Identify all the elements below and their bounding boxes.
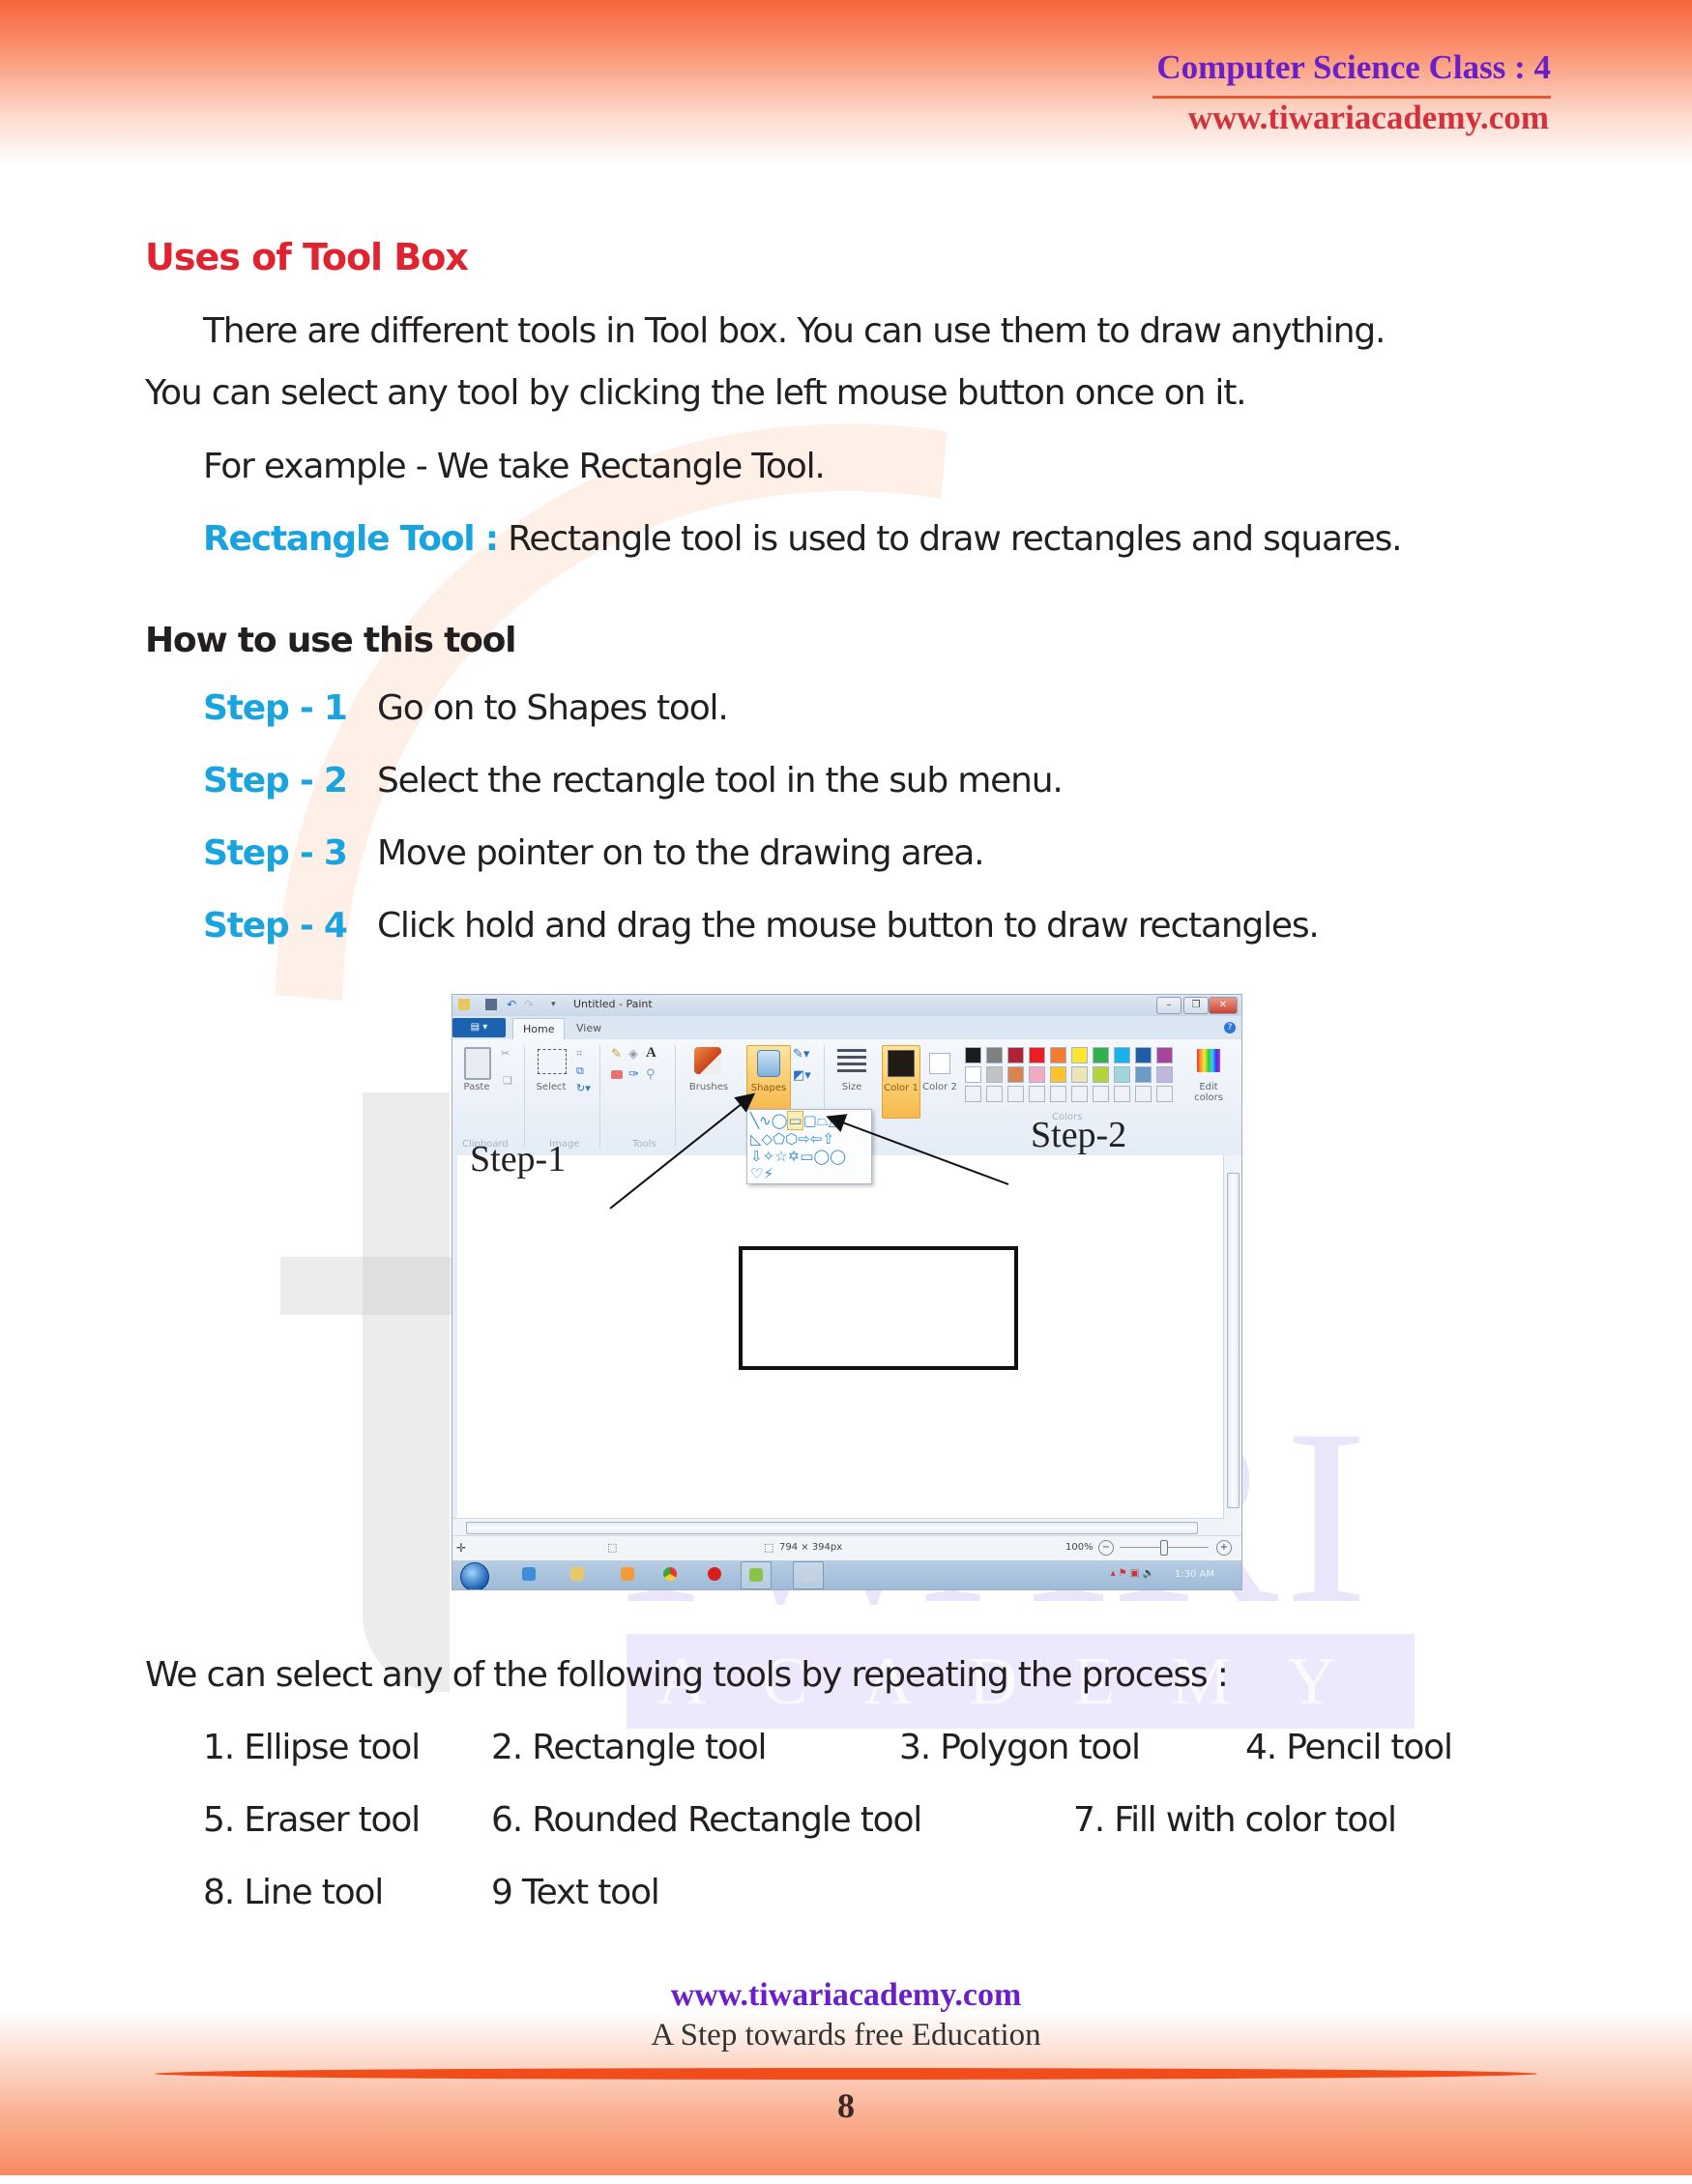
definition-text: Rectangle tool is used to draw rectangle…	[508, 519, 1402, 559]
tools-intro: We can select any of the following tools…	[145, 1655, 1229, 1695]
page-number: 8	[837, 2086, 855, 2125]
step-2-arrow	[826, 1114, 1009, 1185]
intro-line-1: There are different tools in Tool box. Y…	[203, 311, 1386, 351]
step-3-text: Move pointer on to the drawing area.	[377, 833, 985, 873]
step-2-annotation: Step-2	[1031, 1115, 1127, 1155]
step-2-label: Step - 2	[203, 761, 348, 801]
definition-label: Rectangle Tool :	[203, 519, 499, 559]
tool-item: 8. Line tool	[203, 1873, 384, 1912]
step-2-text: Select the rectangle tool in the sub men…	[377, 761, 1064, 801]
step-1-arrow	[609, 1092, 756, 1209]
tool-item: 1. Ellipse tool	[203, 1728, 421, 1767]
step-1-label: Step - 1	[203, 688, 348, 728]
footer-divider	[155, 2068, 1537, 2080]
annotation-arrows	[609, 1092, 1009, 1209]
tool-item: 5. Eraser tool	[203, 1800, 421, 1840]
footer-url[interactable]: www.tiwariacademy.com	[0, 1977, 1692, 2014]
tool-item: 4. Pencil tool	[1245, 1728, 1453, 1767]
footer-tagline: A Step towards free Education	[651, 2018, 1041, 2053]
tool-item: 7. Fill with color tool	[1073, 1800, 1397, 1840]
example-text: For example - We take Rectangle Tool.	[203, 447, 826, 486]
watermark-t-stem	[363, 1092, 450, 1692]
step-4-text: Click hold and drag the mouse button to …	[377, 906, 1320, 946]
tool-item: 9 Text tool	[491, 1873, 660, 1912]
section-heading: Uses of Tool Box	[145, 236, 469, 278]
tool-item: 3. Polygon tool	[899, 1728, 1141, 1767]
tool-item: 6. Rounded Rectangle tool	[491, 1800, 922, 1840]
step-4-label: Step - 4	[203, 906, 348, 946]
header-url[interactable]: www.tiwariacademy.com	[1188, 99, 1549, 137]
definition: Rectangle Tool : Rectangle tool is used …	[203, 519, 1403, 559]
step-1-text: Go on to Shapes tool.	[377, 688, 729, 728]
step-3-label: Step - 3	[203, 833, 348, 873]
how-to-heading: How to use this tool	[145, 621, 516, 660]
paint-screenshot: ↶ ↷ ▾ Untitled - Paint – ❐ ✕ ▤ ▾ Home Vi…	[452, 994, 1242, 1590]
step-1-annotation: Step-1	[470, 1139, 567, 1179]
header-title: Computer Science Class : 4	[1156, 48, 1551, 86]
intro-line-2: You can select any tool by clicking the …	[145, 373, 1247, 413]
tool-item: 2. Rectangle tool	[491, 1728, 768, 1767]
